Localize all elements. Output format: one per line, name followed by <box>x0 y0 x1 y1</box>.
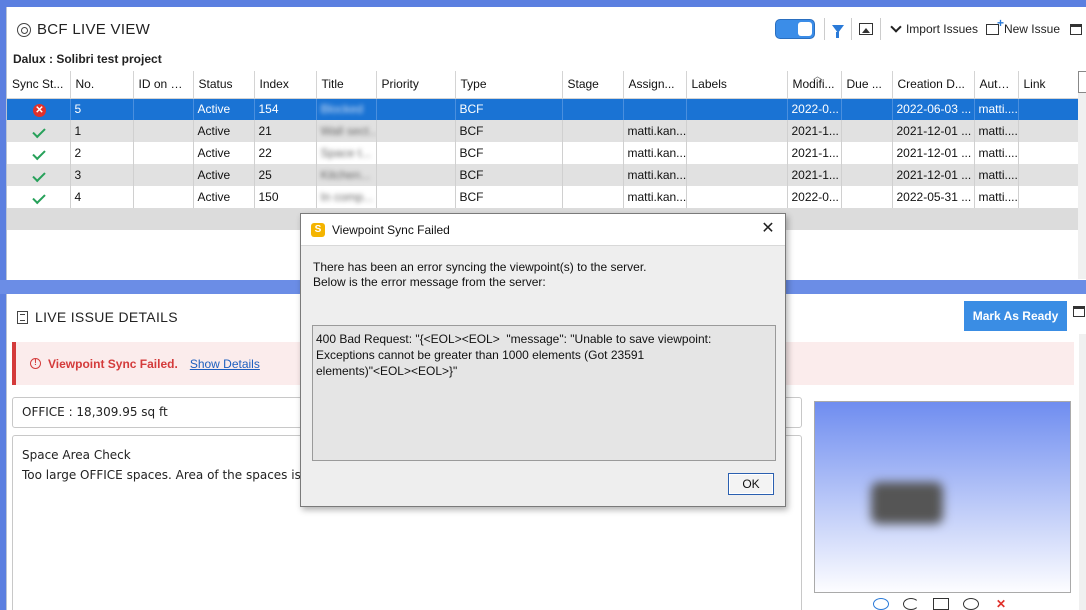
new-issue-label: New Issue <box>1003 22 1060 36</box>
sync-failed-dialog: S Viewpoint Sync Failed ✕ There has been… <box>300 213 786 507</box>
toolbar: Import Issues New Issue <box>774 16 1086 40</box>
col-header-status[interactable]: Status <box>193 71 255 99</box>
sync-ok-icon <box>32 190 46 205</box>
dialog-header[interactable]: S Viewpoint Sync Failed ✕ <box>301 214 785 246</box>
add-viewpoint-icon[interactable] <box>873 598 889 610</box>
col-header-author[interactable]: Author <box>974 71 1019 99</box>
col-header-creation[interactable]: Creation D... <box>892 71 975 99</box>
new-issue-icon <box>985 16 1004 35</box>
sync-ok-icon <box>32 124 46 139</box>
image-icon[interactable] <box>933 598 949 610</box>
col-header-link[interactable]: Link <box>1018 71 1080 99</box>
table-header: Sync St... No. ID on S... Status Index T… <box>7 71 1080 99</box>
image-icon <box>858 23 873 35</box>
chevron-down-icon <box>890 21 902 33</box>
dialog-title: Viewpoint Sync Failed <box>332 222 450 237</box>
col-header-type[interactable]: Type <box>455 71 563 99</box>
dialog-message: There has been an error syncing the view… <box>313 260 647 290</box>
zoom-icon[interactable] <box>963 598 979 610</box>
sync-error-icon: ✕ <box>33 103 46 117</box>
sync-ok-icon <box>32 168 46 183</box>
table-scrollbar[interactable] <box>1078 71 1086 279</box>
col-header-no[interactable]: No. <box>70 71 134 99</box>
project-name: Dalux : Solibri test project <box>13 52 162 66</box>
warning-icon: ! <box>30 358 41 369</box>
sort-caret-icon: ︿ <box>813 71 823 81</box>
new-issue-button[interactable]: New Issue <box>982 16 1064 40</box>
panel-title: BCF LIVE VIEW <box>17 21 150 38</box>
col-header-priority[interactable]: Priority <box>376 71 456 99</box>
maximize-icon[interactable] <box>1070 23 1082 35</box>
error-message-box[interactable]: 400 Bad Request: "{<EOL><EOL> "message":… <box>312 325 776 461</box>
filter-icon <box>831 25 844 38</box>
table-row[interactable]: 1 Active 21 Wall sect... BCF matti.kan..… <box>7 120 1080 142</box>
panel-title-text: BCF LIVE VIEW <box>37 21 151 38</box>
col-header-labels[interactable]: Labels <box>686 71 788 99</box>
delete-icon[interactable]: ✕ <box>993 598 1009 610</box>
model-thumbnail <box>871 482 943 524</box>
bcf-icon <box>17 22 31 37</box>
import-issues-button[interactable]: Import Issues <box>884 18 982 40</box>
details-scrollbar[interactable] <box>1079 334 1086 610</box>
col-header-assign[interactable]: Assign... <box>623 71 687 99</box>
alert-message: Viewpoint Sync Failed. <box>48 356 178 371</box>
table-row[interactable]: ✕ 5 Active 154 Blocked BCF 2022-0... 202… <box>7 98 1080 120</box>
col-header-id[interactable]: ID on S... <box>133 71 194 99</box>
col-header-due[interactable]: Due ... <box>841 71 893 99</box>
table-row[interactable]: 2 Active 22 Space t... BCF matti.kan... … <box>7 142 1080 164</box>
mark-as-ready-button[interactable]: Mark As Ready <box>964 301 1067 331</box>
maximize-icon[interactable] <box>1073 306 1085 317</box>
close-icon[interactable]: ✕ <box>759 220 777 238</box>
filter-button[interactable] <box>828 18 848 40</box>
viewpoint-preview[interactable] <box>814 401 1071 593</box>
show-details-link[interactable]: Show Details <box>190 357 260 371</box>
dialog-line-1: There has been an error syncing the view… <box>313 260 647 274</box>
table-row[interactable]: 4 Active 150 In comp... BCF matti.kan...… <box>7 186 1080 208</box>
dialog-line-2: Below is the error message from the serv… <box>313 275 546 289</box>
col-header-sync[interactable]: Sync St... <box>7 71 71 99</box>
snapshot-button[interactable] <box>855 18 877 40</box>
col-header-title[interactable]: Title <box>316 71 377 99</box>
details-title: LIVE ISSUE DETAILS <box>17 309 178 325</box>
live-sync-toggle[interactable] <box>774 19 815 39</box>
details-icon <box>17 310 28 324</box>
ok-button[interactable]: OK <box>728 473 774 495</box>
import-issues-label: Import Issues <box>905 22 978 36</box>
solibri-logo-icon: S <box>311 222 325 237</box>
sync-ok-icon <box>32 146 46 161</box>
details-title-text: LIVE ISSUE DETAILS <box>35 309 178 325</box>
col-header-stage[interactable]: Stage <box>562 71 624 99</box>
viewpoint-tools: ✕ <box>873 598 1009 610</box>
refresh-icon[interactable] <box>903 598 919 610</box>
table-row[interactable]: 3 Active 25 Kitchen... BCF matti.kan... … <box>7 164 1080 186</box>
col-header-index[interactable]: Index <box>254 71 317 99</box>
